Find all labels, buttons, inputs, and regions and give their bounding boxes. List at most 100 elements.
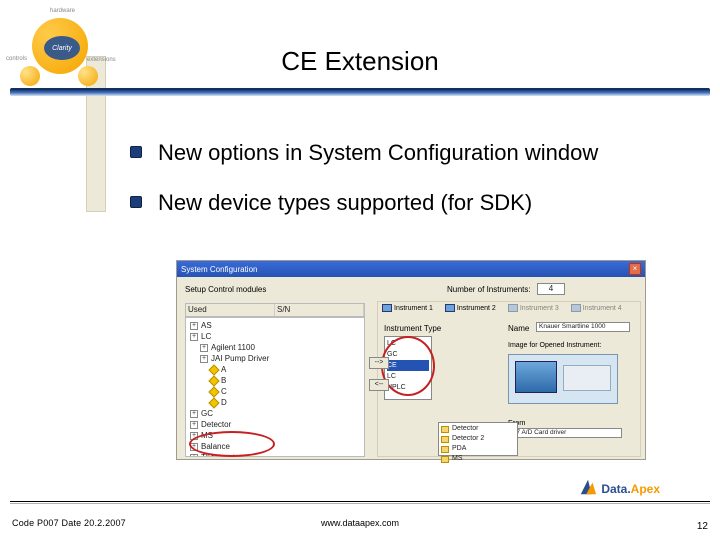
assigned-module-row[interactable]: PDA <box>441 444 515 454</box>
bullet-item: New options in System Configuration wind… <box>130 138 680 168</box>
tree-item-label: GC <box>201 409 213 418</box>
tree-item[interactable]: +AS <box>190 320 360 331</box>
tree-item-label: A <box>221 365 226 374</box>
instrument-type-option[interactable]: CE <box>387 360 429 371</box>
transfer-buttons: --> <-- <box>369 357 389 401</box>
brand-data: Data. <box>601 482 630 496</box>
footer-separator <box>10 501 710 502</box>
tree-item[interactable]: +Thermostat <box>190 452 360 457</box>
diamond-icon <box>208 364 219 375</box>
remove-button[interactable]: <-- <box>369 379 389 391</box>
from-input[interactable]: m7 A/D Card driver <box>508 428 622 438</box>
column-used: Used <box>186 304 275 316</box>
instrument-type-listbox[interactable]: LCGCCELCHPLC <box>384 336 432 400</box>
system-config-screenshot: System Configuration × Setup Control mod… <box>176 260 646 460</box>
dataapex-logo: Data. Apex <box>579 478 660 496</box>
tree-item[interactable]: +Balance <box>190 441 360 452</box>
footer-separator <box>10 503 710 504</box>
tree-item-label: Balance <box>201 442 230 451</box>
instrument-label: Instrument 1 <box>394 305 433 312</box>
instrument-label: Instrument 2 <box>457 305 496 312</box>
expand-icon: + <box>190 421 198 429</box>
logo-triangles-icon <box>579 478 597 496</box>
tree-item-label: LC <box>201 332 211 341</box>
assigned-modules-list[interactable]: DetectorDetector 2PDAMS <box>438 422 518 456</box>
instrument-type-option[interactable]: LC <box>387 371 429 382</box>
tree-item-label: Detector <box>201 420 231 429</box>
folder-icon <box>441 446 449 453</box>
instrument-tab[interactable]: Instrument 2 <box>445 304 496 312</box>
instrument-type-option[interactable]: GC <box>387 349 429 360</box>
instrument-tab[interactable]: Instrument 4 <box>571 304 622 312</box>
num-instruments-label: Number of Instruments: <box>447 285 531 294</box>
instrument-type-option[interactable]: HPLC <box>387 382 429 393</box>
tree-item[interactable]: +JAI Pump Driver <box>190 353 360 364</box>
page-number: 12 <box>697 521 708 532</box>
expand-icon: + <box>190 454 198 457</box>
tree-item-label: Thermostat <box>201 453 241 457</box>
assigned-module-label: Detector <box>452 424 478 434</box>
assigned-module-label: Detector 2 <box>452 434 484 444</box>
instrument-panel: Instrument 1 Instrument 2 Instrument 3 Inst… <box>377 301 641 457</box>
folder-icon <box>441 436 449 443</box>
instrument-icon <box>445 304 455 312</box>
tree-item[interactable]: +Agilent 1100 <box>190 342 360 353</box>
tree-item[interactable]: +GC <box>190 408 360 419</box>
folder-icon <box>441 426 449 433</box>
expand-icon: + <box>190 410 198 418</box>
slide-title: CE Extension <box>0 46 720 77</box>
tree-item-label: Agilent 1100 <box>211 343 255 352</box>
assigned-module-label: PDA <box>452 444 466 454</box>
tree-item[interactable]: A <box>190 364 360 375</box>
tree-item-label: JAI Pump Driver <box>211 354 269 363</box>
instrument-label: Instrument 4 <box>583 305 622 312</box>
tree-item[interactable]: +MS <box>190 430 360 441</box>
bullet-text: New options in System Configuration wind… <box>158 138 680 168</box>
tree-item[interactable]: D <box>190 397 360 408</box>
dataapex-wordmark: Data. Apex <box>601 482 660 496</box>
assigned-module-label: MS <box>452 454 463 464</box>
tree-column-header: Used S/N <box>185 303 365 317</box>
tree-item[interactable]: B <box>190 375 360 386</box>
window-title: System Configuration <box>181 265 257 274</box>
instrument-icon <box>382 304 392 312</box>
device-image <box>508 354 618 404</box>
expand-icon: + <box>200 344 208 352</box>
assigned-module-row[interactable]: Detector 2 <box>441 434 515 444</box>
close-icon[interactable]: × <box>629 263 641 275</box>
diamond-icon <box>208 386 219 397</box>
module-tree[interactable]: +AS+LC+Agilent 1100+JAI Pump DriverABCD+… <box>185 317 365 457</box>
assigned-module-row[interactable]: Detector <box>441 424 515 434</box>
instrument-type-option[interactable]: LC <box>387 338 429 349</box>
tree-item[interactable]: +LC <box>190 331 360 342</box>
instrument-tab[interactable]: Instrument 3 <box>508 304 559 312</box>
bullet-icon <box>130 146 142 158</box>
window-titlebar: System Configuration × <box>177 261 645 277</box>
num-instruments-input[interactable]: 4 <box>537 283 565 295</box>
column-sn: S/N <box>275 304 364 316</box>
instrument-icon <box>508 304 518 312</box>
tree-item-label: B <box>221 376 226 385</box>
name-input[interactable]: Knauer Smartline 1000 <box>536 322 630 332</box>
bullet-item: New device types supported (for SDK) <box>130 188 680 218</box>
tree-item-label: MS <box>201 431 213 440</box>
name-label: Name <box>508 324 529 333</box>
setup-modules-label: Setup Control modules <box>185 285 266 294</box>
instrument-tab[interactable]: Instrument 1 <box>382 304 433 312</box>
add-button[interactable]: --> <box>369 357 389 369</box>
instrument-label: Instrument 3 <box>520 305 559 312</box>
assigned-module-row[interactable]: MS <box>441 454 515 464</box>
instrument-icon <box>571 304 581 312</box>
brand-apex: Apex <box>631 482 660 496</box>
diamond-icon <box>208 397 219 408</box>
tree-item[interactable]: +Detector <box>190 419 360 430</box>
image-label: Image for Opened Instrument: <box>508 342 601 349</box>
expand-icon: + <box>190 322 198 330</box>
tree-item[interactable]: C <box>190 386 360 397</box>
diamond-icon <box>208 375 219 386</box>
logo-label-top: hardware <box>50 8 75 14</box>
bullet-icon <box>130 196 142 208</box>
bullet-text: New device types supported (for SDK) <box>158 188 680 218</box>
instrument-tabs: Instrument 1 Instrument 2 Instrument 3 Inst… <box>382 304 622 312</box>
slide: hardware controls extensions Clarity CE … <box>0 0 720 540</box>
